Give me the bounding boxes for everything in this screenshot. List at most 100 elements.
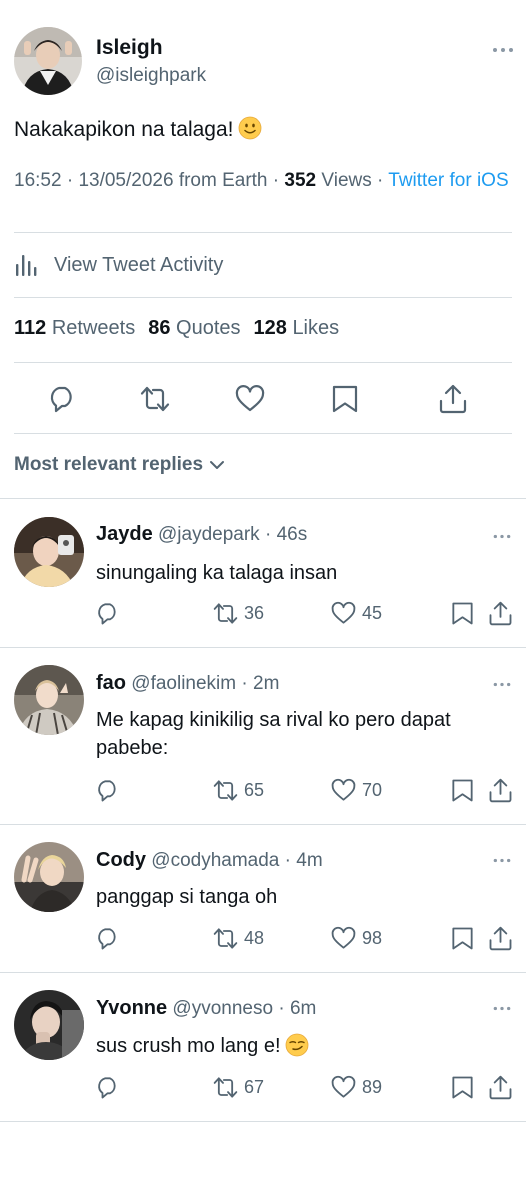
more-options-icon[interactable] [492, 1006, 512, 1011]
quotes-stat[interactable]: 86 Quotes [148, 317, 240, 340]
author-avatar[interactable] [14, 27, 82, 95]
reply-button[interactable] [95, 776, 120, 804]
bookmark-button[interactable] [450, 924, 475, 952]
more-options-icon[interactable] [492, 682, 512, 687]
tweet-meta: 16:52 · 13/05/2026 from Earth · 352 View… [14, 170, 509, 191]
reply-author-handle[interactable]: @jaydepark [158, 524, 260, 545]
reply-author-name[interactable]: Cody [96, 849, 146, 871]
reply-icon [98, 602, 116, 624]
like-button[interactable]: 89 [331, 1073, 382, 1101]
reply-action-bar: 67 89 [0, 1073, 526, 1101]
retweets-stat[interactable]: 112 Retweets [14, 317, 135, 340]
quotes-count: 86 [148, 317, 171, 339]
reply-avatar[interactable] [14, 842, 84, 912]
smirking-face-emoji-icon [285, 1033, 308, 1057]
like-button[interactable]: 45 [331, 599, 382, 627]
bookmark-icon [452, 779, 473, 801]
reply-header: Cody @codyhamada · 4m [96, 849, 323, 871]
reply-avatar[interactable] [14, 517, 84, 587]
more-options-icon[interactable] [492, 47, 514, 53]
reply-icon [98, 1076, 116, 1098]
like-button[interactable]: 98 [331, 924, 382, 952]
divider [14, 362, 512, 363]
reply-icon[interactable] [47, 384, 77, 414]
share-icon [489, 778, 512, 802]
views-label: Views [321, 170, 372, 191]
divider [14, 232, 512, 233]
tweet-location: from Earth [178, 170, 268, 191]
reply-item[interactable]: Jayde @jaydepark · 46s sinungaling ka ta… [0, 498, 526, 648]
tweet-header: Isleigh @isleighpark [14, 27, 514, 97]
like-icon [331, 601, 356, 624]
bookmark-icon [452, 927, 473, 949]
reply-time[interactable]: 46s [277, 524, 308, 545]
reply-item[interactable]: fao @faolinekim · 2m Me kapag kinikilig … [0, 647, 526, 825]
share-button[interactable] [488, 776, 513, 804]
retweet-button[interactable]: 67 [213, 1073, 264, 1101]
tweet-date[interactable]: 13/05/2026 [78, 170, 173, 191]
reply-avatar[interactable] [14, 990, 84, 1060]
engagement-stats: 112 Retweets 86 Quotes 128 Likes [14, 317, 339, 340]
divider [14, 297, 512, 298]
share-button[interactable] [488, 599, 513, 627]
more-options-icon[interactable] [492, 534, 512, 539]
reply-time[interactable]: 6m [290, 998, 316, 1019]
reply-text-content: sus crush mo lang e! [96, 1035, 281, 1057]
retweet-button[interactable]: 65 [213, 776, 264, 804]
retweet-icon [213, 602, 238, 624]
like-icon[interactable] [235, 384, 265, 414]
like-icon [331, 1075, 356, 1098]
reply-button[interactable] [95, 1073, 120, 1101]
retweet-count: 65 [244, 779, 265, 800]
share-button[interactable] [488, 1073, 513, 1101]
tweet-time[interactable]: 16:52 [14, 170, 62, 191]
more-options-icon[interactable] [492, 858, 512, 863]
reply-author-name[interactable]: Yvonne [96, 997, 167, 1019]
reply-header: Jayde @jaydepark · 46s [96, 523, 308, 545]
bookmark-button[interactable] [450, 776, 475, 804]
reply-item[interactable]: Cody @codyhamada · 4m panggap si tanga o… [0, 824, 526, 972]
like-icon [331, 778, 356, 801]
reply-author-handle[interactable]: @codyhamada [151, 850, 279, 871]
reply-author-name[interactable]: fao [96, 672, 126, 694]
like-button[interactable]: 70 [331, 776, 382, 804]
reply-button[interactable] [95, 924, 120, 952]
reply-author-handle[interactable]: @faolinekim [131, 673, 236, 694]
reply-avatar[interactable] [14, 665, 84, 735]
share-icon[interactable] [438, 384, 468, 414]
reply-button[interactable] [95, 599, 120, 627]
tweet-client-link[interactable]: Twitter for iOS [388, 170, 508, 191]
retweet-button[interactable]: 48 [213, 924, 264, 952]
reply-header: Yvonne @yvonneso · 6m [96, 997, 317, 1019]
bookmark-button[interactable] [450, 1073, 475, 1101]
author-name[interactable]: Isleigh [96, 36, 163, 60]
likes-stat[interactable]: 128 Likes [254, 317, 340, 340]
reply-time[interactable]: 4m [296, 850, 322, 871]
retweet-icon [213, 927, 238, 949]
author-handle[interactable]: @isleighpark [96, 65, 206, 87]
bookmark-icon[interactable] [330, 384, 360, 414]
reply-sort-dropdown[interactable]: Most relevant replies [14, 454, 225, 476]
reply-author-handle[interactable]: @yvonneso [172, 998, 273, 1019]
reply-text: sinungaling ka talaga insan [96, 562, 338, 584]
reply-action-bar: 36 45 [0, 599, 526, 627]
retweet-count: 48 [244, 927, 265, 948]
share-button[interactable] [488, 924, 513, 952]
likes-count: 128 [253, 317, 287, 339]
retweet-icon[interactable] [140, 384, 170, 414]
reply-time[interactable]: 2m [253, 673, 279, 694]
bookmark-icon [452, 602, 473, 624]
share-icon [489, 926, 512, 950]
reply-item[interactable]: Yvonne @yvonneso · 6m sus crush mo lang … [0, 972, 526, 1122]
reply-action-bar: 48 98 [0, 924, 526, 952]
reply-author-name[interactable]: Jayde [96, 523, 153, 545]
retweet-count: 36 [244, 602, 265, 623]
retweet-button[interactable]: 36 [213, 599, 264, 627]
like-count: 70 [362, 779, 383, 800]
quotes-label: Quotes [176, 317, 241, 339]
view-tweet-activity-button[interactable]: View Tweet Activity [14, 250, 223, 280]
chevron-down-icon [210, 461, 225, 469]
like-count: 98 [362, 927, 383, 948]
bookmark-button[interactable] [450, 599, 475, 627]
view-tweet-activity-label: View Tweet Activity [54, 253, 224, 276]
